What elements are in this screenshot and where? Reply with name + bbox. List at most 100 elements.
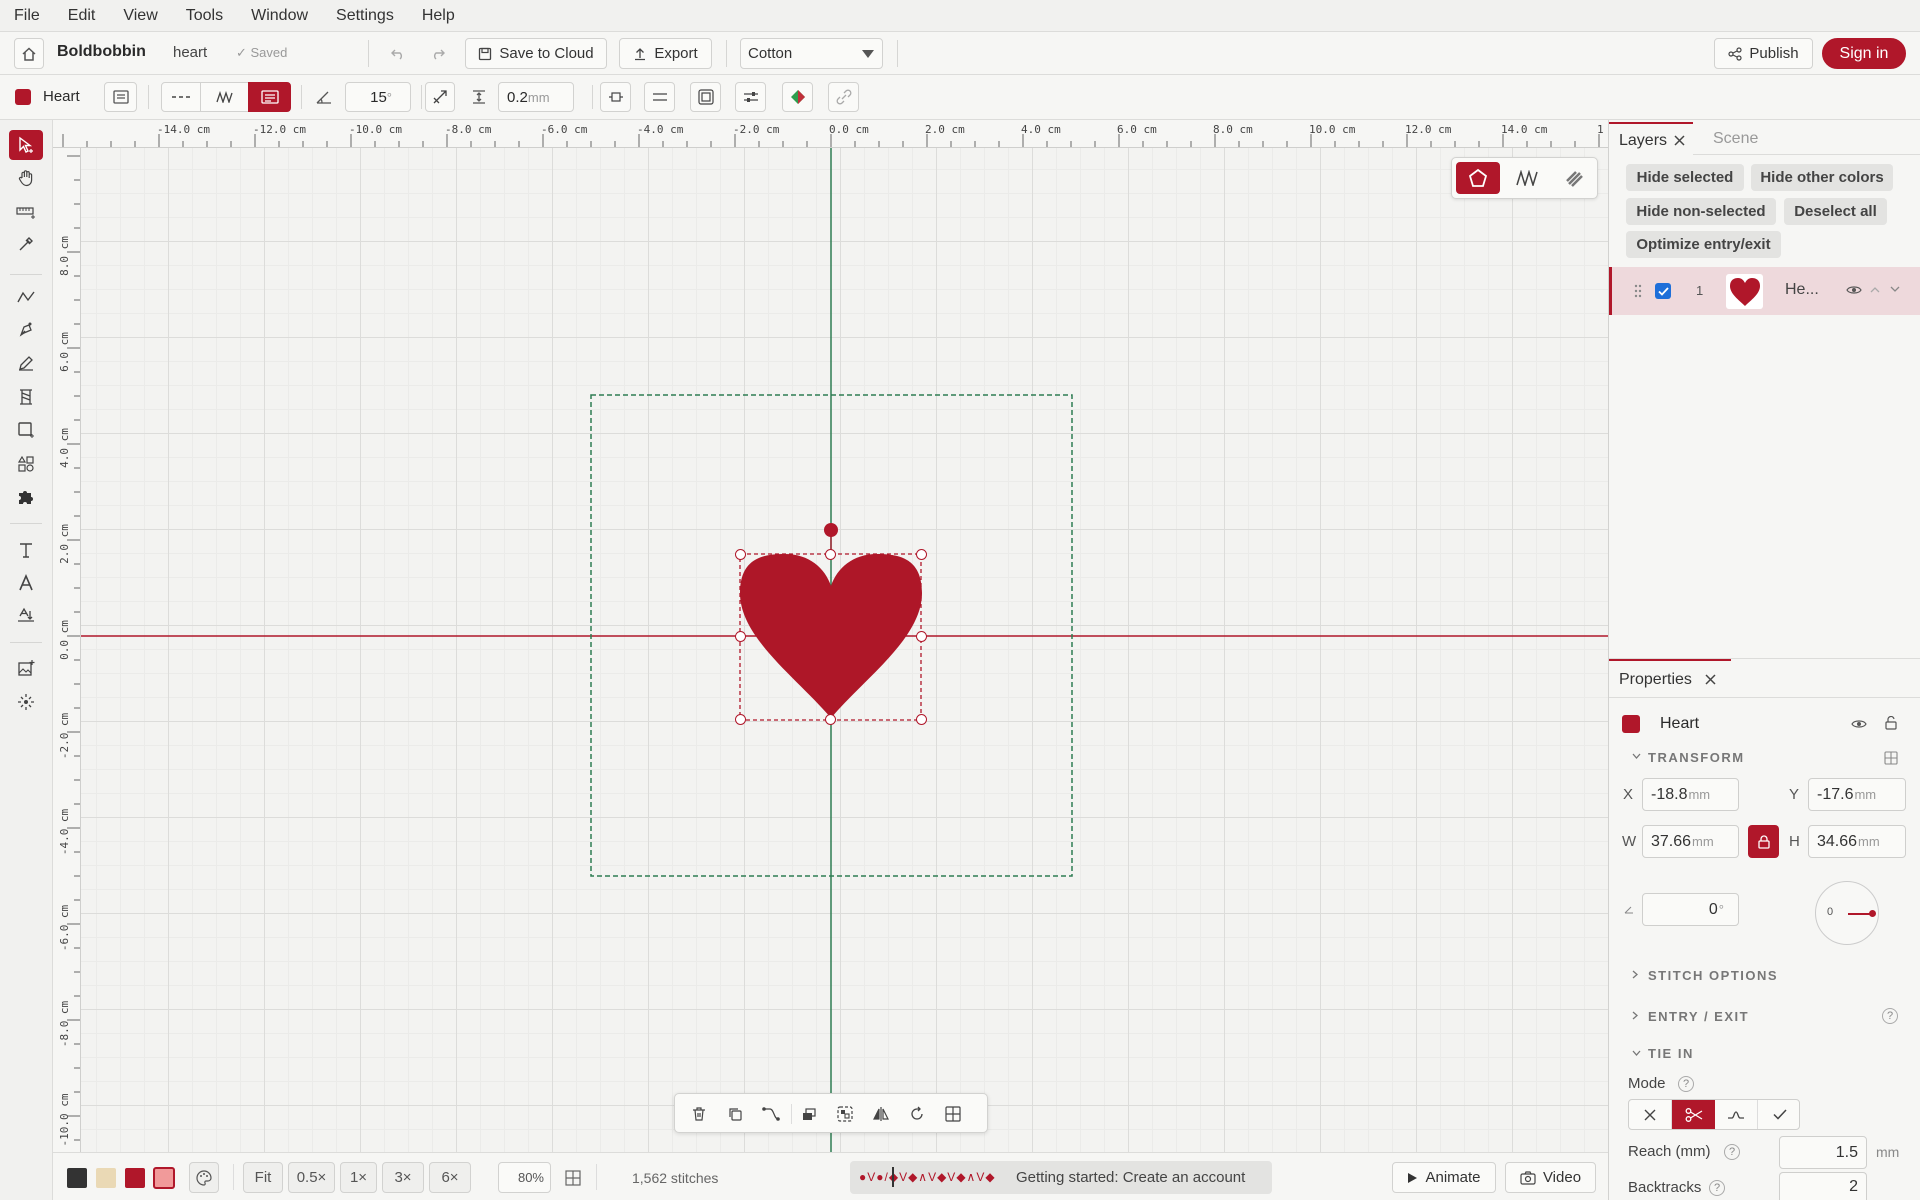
text-on-path-tool[interactable] <box>9 601 43 631</box>
grid-toggle-button[interactable] <box>558 1162 588 1193</box>
thread-color-4[interactable] <box>153 1167 175 1189</box>
tab-layers[interactable]: Layers <box>1609 122 1693 155</box>
pen-tool[interactable] <box>9 315 43 345</box>
undo-button[interactable] <box>383 38 413 69</box>
video-button[interactable]: Video <box>1505 1162 1596 1193</box>
menu-file[interactable]: File <box>14 7 40 25</box>
sign-in-button[interactable]: Sign in <box>1822 38 1906 69</box>
unlock-icon[interactable] <box>1885 716 1897 730</box>
object-color-swatch[interactable] <box>15 89 31 105</box>
document-name[interactable]: heart <box>173 44 207 61</box>
text-tool[interactable] <box>9 535 43 565</box>
direction-button[interactable] <box>425 82 455 112</box>
publish-button[interactable]: Publish <box>1714 38 1813 69</box>
settings-sliders-button[interactable] <box>735 82 766 112</box>
menu-edit[interactable]: Edit <box>68 7 96 25</box>
chevron-up-icon[interactable] <box>1870 286 1880 293</box>
rotation-dial[interactable]: 0 <box>1815 881 1879 945</box>
save-to-cloud-button[interactable]: Save to Cloud <box>465 38 607 69</box>
tie-in-section-header[interactable]: TIE IN <box>1648 1046 1694 1061</box>
angle-input[interactable]: 15 ° <box>345 82 411 112</box>
hide-other-colors-button[interactable]: Hide other colors <box>1751 164 1893 191</box>
zoom-fit-button[interactable]: Fit <box>243 1162 283 1193</box>
zoom-0.5x-button[interactable]: 0.5× <box>288 1162 335 1193</box>
image-tool[interactable] <box>9 653 43 683</box>
y-field[interactable]: -17.6 mm <box>1808 778 1906 811</box>
pencil-tool[interactable] <box>9 348 43 378</box>
resize-handle-n[interactable] <box>825 549 836 560</box>
reach-field[interactable]: 1.5 <box>1779 1136 1867 1169</box>
deselect-all-button[interactable]: Deselect all <box>1784 198 1887 225</box>
shape-tool[interactable] <box>9 415 43 445</box>
group-button[interactable] <box>835 1104 855 1124</box>
running-stitch-button[interactable] <box>161 82 201 112</box>
grid-icon[interactable] <box>1884 751 1898 765</box>
tie-check-button[interactable] <box>1758 1100 1801 1129</box>
x-field[interactable]: -18.8 mm <box>1642 778 1739 811</box>
layer-row[interactable]: 1 He... <box>1609 267 1920 315</box>
thread-color-2[interactable] <box>96 1168 116 1188</box>
chevron-right-icon[interactable] <box>1632 1011 1638 1020</box>
tab-properties[interactable]: Properties <box>1609 659 1731 697</box>
tie-cut-button[interactable] <box>1672 1100 1715 1129</box>
pull-compensation-button[interactable] <box>600 82 631 112</box>
shapes-library-tool[interactable] <box>9 449 43 479</box>
monogram-tool[interactable] <box>9 568 43 598</box>
zoom-3x-button[interactable]: 3× <box>382 1162 424 1193</box>
layer-checkbox[interactable] <box>1655 283 1671 299</box>
jump-link-button[interactable] <box>828 82 859 112</box>
stitch-view-button[interactable] <box>1505 162 1549 194</box>
realistic-view-button[interactable] <box>1552 162 1596 194</box>
thread-color-3[interactable] <box>125 1168 145 1188</box>
menu-view[interactable]: View <box>123 7 157 25</box>
thread-color-1[interactable] <box>67 1168 87 1188</box>
zoom-1x-button[interactable]: 1× <box>340 1162 377 1193</box>
resize-handle-ne[interactable] <box>916 549 927 560</box>
chevron-down-icon[interactable] <box>1632 753 1641 759</box>
color-change-button[interactable] <box>782 82 813 112</box>
column-tool[interactable] <box>9 382 43 412</box>
pan-tool[interactable] <box>9 163 43 193</box>
select-tool[interactable] <box>9 130 43 160</box>
help-icon[interactable]: ? <box>1678 1076 1694 1092</box>
tie-loop-button[interactable] <box>1715 1100 1758 1129</box>
duplicate-button[interactable] <box>725 1104 745 1124</box>
menu-window[interactable]: Window <box>251 7 308 25</box>
flip-button[interactable] <box>871 1104 891 1124</box>
hide-non-selected-button[interactable]: Hide non-selected <box>1626 198 1776 225</box>
backtracks-field[interactable]: 2 <box>1779 1172 1867 1200</box>
line-tool[interactable] <box>9 282 43 312</box>
stitch-type-button[interactable] <box>104 82 137 112</box>
animate-button[interactable]: Animate <box>1392 1162 1496 1193</box>
tie-none-button[interactable] <box>1629 1100 1672 1129</box>
rotate-button[interactable] <box>907 1104 927 1124</box>
chevron-down-icon[interactable] <box>1890 286 1900 293</box>
optimize-entry-exit-button[interactable]: Optimize entry/exit <box>1626 231 1781 258</box>
width-field[interactable]: 37.66 mm <box>1642 825 1739 858</box>
stitch-options-section-header[interactable]: STITCH OPTIONS <box>1648 968 1778 983</box>
spacing-input[interactable]: 0.2 mm <box>498 82 574 112</box>
help-icon[interactable]: ? <box>1709 1180 1725 1196</box>
resize-handle-se[interactable] <box>916 714 927 725</box>
tab-scene[interactable]: Scene <box>1713 130 1758 148</box>
eyedropper-tool[interactable] <box>9 229 43 259</box>
underlay-button[interactable] <box>644 82 675 112</box>
redo-button[interactable] <box>423 38 453 69</box>
inset-button[interactable] <box>690 82 721 112</box>
drag-handle-icon[interactable] <box>1634 284 1642 298</box>
transform-section-header[interactable]: TRANSFORM <box>1648 750 1745 765</box>
height-field[interactable]: 34.66 mm <box>1808 825 1906 858</box>
properties-color-swatch[interactable] <box>1622 715 1640 733</box>
home-button[interactable] <box>14 38 44 69</box>
close-icon[interactable] <box>1705 674 1716 685</box>
delete-button[interactable] <box>689 1104 709 1124</box>
chevron-down-icon[interactable] <box>1632 1050 1641 1056</box>
design-canvas[interactable] <box>81 148 1608 1152</box>
help-icon[interactable]: ? <box>1882 1008 1898 1024</box>
path-button[interactable] <box>761 1104 781 1124</box>
fill-stitch-button[interactable] <box>248 82 291 112</box>
hide-selected-button[interactable]: Hide selected <box>1626 164 1744 191</box>
help-icon[interactable]: ? <box>1724 1144 1740 1160</box>
shape-view-button[interactable] <box>1456 162 1500 194</box>
aspect-lock-button[interactable] <box>1748 825 1779 858</box>
